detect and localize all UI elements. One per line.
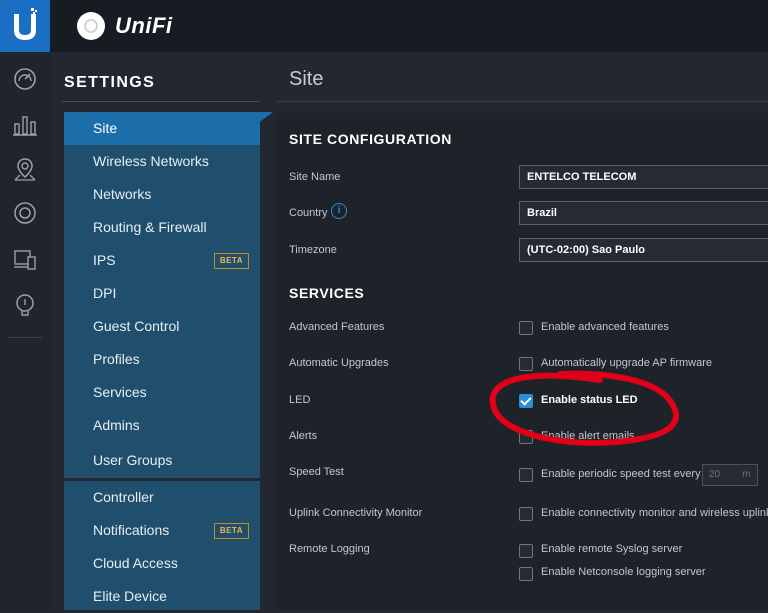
auto-upgrade-checkbox[interactable] <box>519 357 533 371</box>
unifi-device-icon <box>77 12 105 40</box>
led-label: LED <box>289 394 311 406</box>
status-led-checkbox[interactable] <box>519 394 533 408</box>
nav-item-label: Notifications <box>93 522 170 538</box>
nav-item-dpi[interactable]: DPI <box>64 277 260 310</box>
nav-item-profiles[interactable]: Profiles <box>64 343 260 376</box>
nav-item-label: Networks <box>93 186 152 202</box>
country-label: Country <box>289 207 328 219</box>
speed-test-checkbox[interactable] <box>519 468 533 482</box>
dashboard-icon[interactable] <box>12 66 38 92</box>
timezone-label: Timezone <box>289 244 337 256</box>
nav-title: SETTINGS <box>64 74 156 91</box>
advanced-features-text: Enable advanced features <box>541 321 669 333</box>
advanced-features-checkbox[interactable] <box>519 321 533 335</box>
auto-upgrade-text: Automatically upgrade AP firmware <box>541 357 712 369</box>
nav-item-label: Services <box>93 384 147 400</box>
nav-item-notifications[interactable]: Notifications BETA <box>64 514 260 547</box>
section-services: SERVICES <box>289 285 365 301</box>
syslog-checkbox[interactable] <box>519 544 533 558</box>
country-select[interactable]: Brazil <box>519 201 768 225</box>
nav-item-label: Profiles <box>93 351 140 367</box>
nav-item-guest-control[interactable]: Guest Control <box>64 310 260 343</box>
nav-item-label: Wireless Networks <box>93 153 209 169</box>
devices-icon[interactable] <box>12 200 38 226</box>
nav-item-label: Elite Device <box>93 588 167 604</box>
speed-test-text: Enable periodic speed test every <box>541 468 701 480</box>
beta-badge: BETA <box>213 253 249 269</box>
nav-item-user-groups[interactable]: User Groups <box>64 442 260 478</box>
site-name-input[interactable]: ENTELCO TELECOM <box>519 165 768 189</box>
nav-item-label: Cloud Access <box>93 555 178 571</box>
map-icon[interactable] <box>12 156 38 182</box>
speed-test-interval-input[interactable]: 20 m <box>702 464 758 486</box>
nav-item-site[interactable]: Site <box>64 112 260 145</box>
timezone-select[interactable]: (UTC-02:00) Sao Paulo <box>519 238 768 262</box>
nav-item-ips[interactable]: IPS BETA <box>64 244 260 277</box>
nav-item-label: Routing & Firewall <box>93 219 207 235</box>
alert-emails-text: Enable alert emails <box>541 430 635 442</box>
rail-divider <box>8 337 42 338</box>
insights-icon[interactable] <box>12 292 38 318</box>
page-title: Site <box>289 68 324 90</box>
uplink-monitor-checkbox[interactable] <box>519 507 533 521</box>
active-indicator <box>257 112 273 124</box>
uplink-monitor-label: Uplink Connectivity Monitor <box>289 507 423 519</box>
icon-rail <box>0 52 51 610</box>
automatic-upgrades-label: Automatic Upgrades <box>289 357 389 369</box>
nav-item-networks[interactable]: Networks <box>64 178 260 211</box>
alerts-label: Alerts <box>289 430 318 442</box>
uplink-monitor-text: Enable connectivity monitor and wireless… <box>541 507 768 519</box>
nav-item-label: DPI <box>93 285 117 301</box>
site-name-label: Site Name <box>289 171 341 183</box>
nav-item-elite-device[interactable]: Elite Device <box>64 580 260 610</box>
alert-emails-checkbox[interactable] <box>519 430 533 444</box>
info-icon[interactable]: i <box>331 203 347 219</box>
speed-test-label: Speed Test <box>289 466 344 478</box>
nav-item-services[interactable]: Services <box>64 376 260 409</box>
nav-item-label: Admins <box>93 417 140 433</box>
nav-item-label: Site <box>93 120 118 136</box>
nav-item-label: IPS <box>93 252 116 268</box>
nav-item-admins[interactable]: Admins <box>64 409 260 442</box>
nav-item-controller[interactable]: Controller <box>64 481 260 514</box>
nav-item-routing-firewall[interactable]: Routing & Firewall <box>64 211 260 244</box>
nav-item-cloud-access[interactable]: Cloud Access <box>64 547 260 580</box>
nav-item-label: User Groups <box>93 452 173 468</box>
clients-icon[interactable] <box>12 247 38 273</box>
beta-badge: BETA <box>213 523 249 539</box>
speed-test-interval-unit: m <box>742 469 751 480</box>
title-divider <box>276 101 768 102</box>
speed-test-interval-value: 20 <box>709 469 721 480</box>
advanced-features-label: Advanced Features <box>289 321 385 333</box>
nav-title-underline <box>62 101 260 102</box>
remote-logging-label: Remote Logging <box>289 543 370 555</box>
status-led-text: Enable status LED <box>541 394 638 406</box>
netconsole-checkbox[interactable] <box>519 567 533 581</box>
syslog-text: Enable remote Syslog server <box>541 543 683 555</box>
netconsole-text: Enable Netconsole logging server <box>541 566 706 578</box>
statistics-icon[interactable] <box>12 112 38 138</box>
ubiquiti-logo-icon[interactable] <box>0 0 50 52</box>
nav-item-wireless-networks[interactable]: Wireless Networks <box>64 145 260 178</box>
nav-item-label: Controller <box>93 489 154 505</box>
app-name: UniFi <box>115 13 173 38</box>
nav-item-label: Guest Control <box>93 318 180 334</box>
section-site-configuration: SITE CONFIGURATION <box>289 131 452 147</box>
